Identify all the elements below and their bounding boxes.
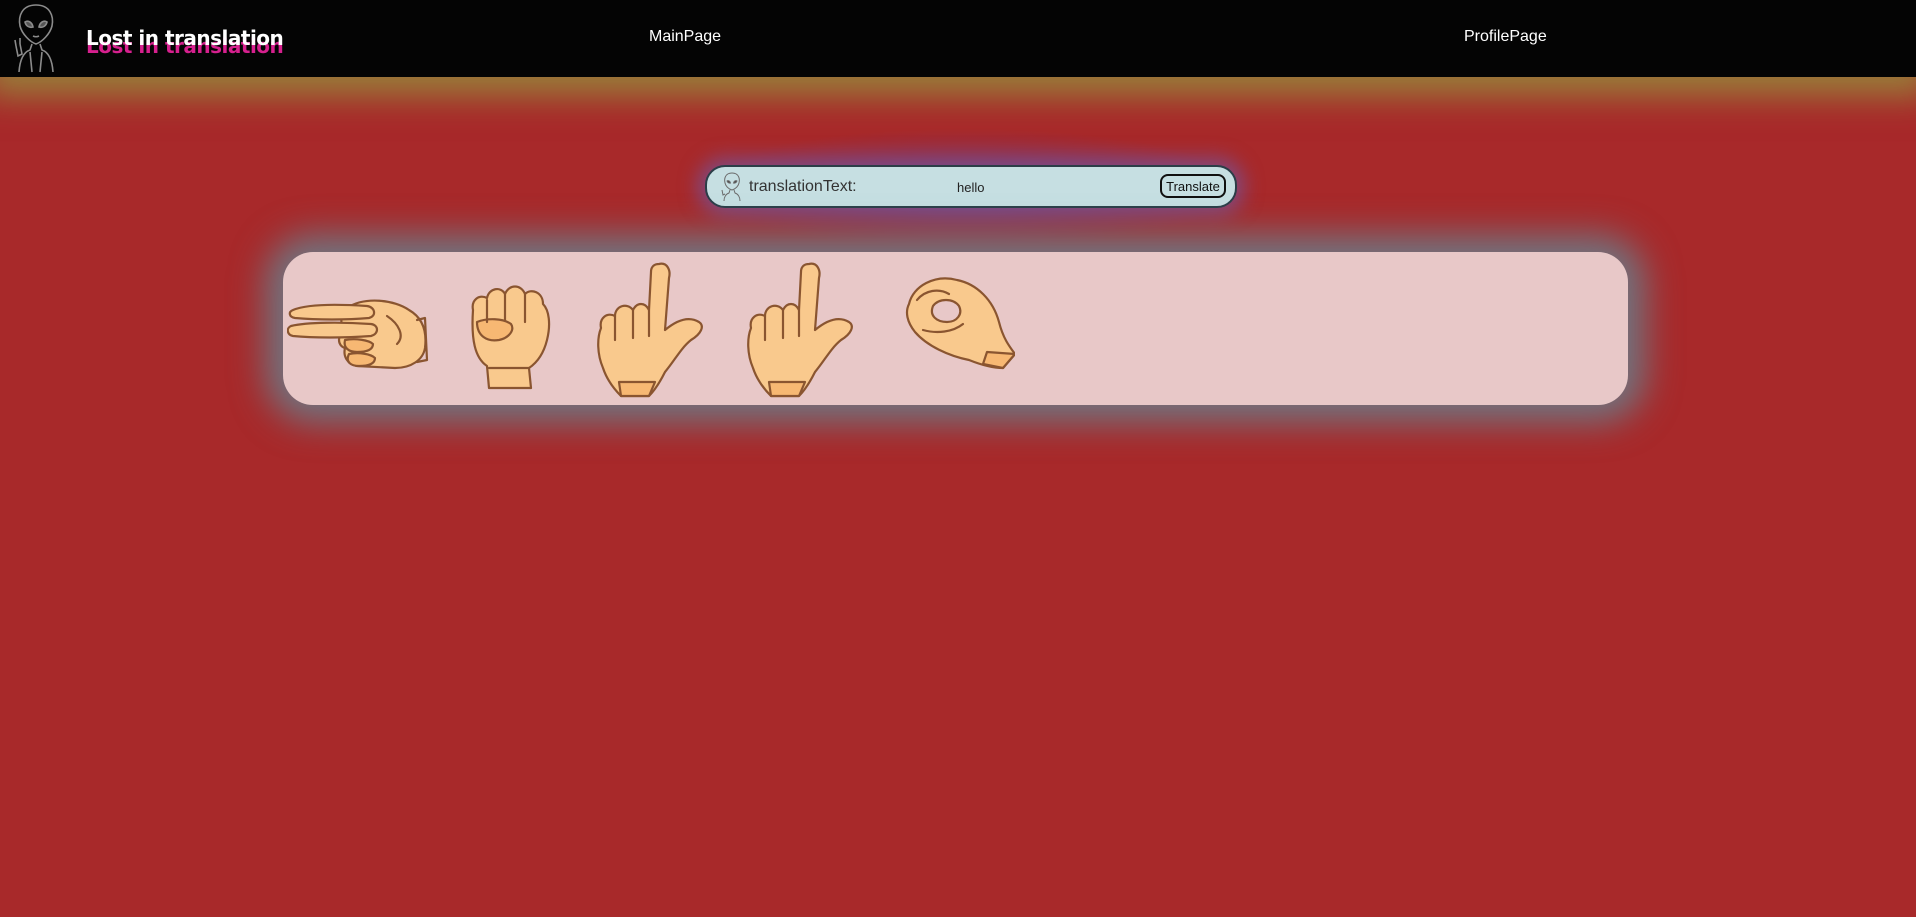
- hand-sign-l-icon: [597, 262, 703, 398]
- nav-link-mainpage[interactable]: MainPage: [649, 28, 721, 46]
- alien-logo-icon: [14, 4, 54, 73]
- nav-link-profilepage[interactable]: ProfilePage: [1464, 28, 1547, 46]
- top-navbar: Lost in translation Lost in translation …: [0, 0, 1916, 77]
- hand-sign-e-icon: [471, 285, 551, 390]
- brand-title: Lost in translation Lost in translation: [86, 26, 284, 58]
- translation-text-label: translationText:: [749, 178, 857, 195]
- translation-text-input[interactable]: [957, 176, 1107, 198]
- alien-avatar-icon: [721, 172, 741, 202]
- hand-sign-h-icon: [287, 299, 429, 370]
- sign-output-panel: [283, 252, 1628, 405]
- page: Lost in translation Lost in translation …: [0, 0, 1916, 917]
- hand-sign-o-icon: [905, 277, 1015, 370]
- translate-button[interactable]: Translate: [1160, 174, 1226, 198]
- brand-title-text: Lost in translation: [86, 26, 284, 50]
- hand-sign-l-icon: [747, 262, 853, 398]
- translation-form: translationText: Translate: [705, 165, 1237, 208]
